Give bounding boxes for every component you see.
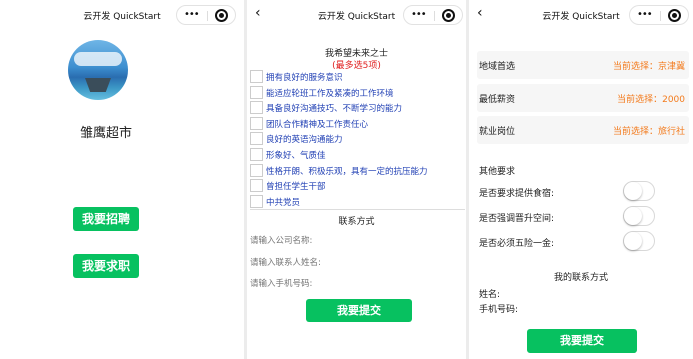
avatar-boat — [85, 78, 111, 92]
nav-bar: 云开发 QuickStart ••• — [0, 0, 244, 30]
capsule-divider — [434, 11, 435, 21]
capsule-divider — [207, 11, 208, 21]
more-icon[interactable]: ••• — [637, 9, 653, 21]
checkbox-row[interactable]: 形象好、气质佳 — [250, 147, 465, 163]
other-requirements-title: 其他要求 — [479, 167, 516, 177]
position-picker[interactable]: 就业岗位 当前选择：旅行社 — [477, 116, 689, 144]
job-seek-form-screen: ‹ 云开发 QuickStart ••• 地域首选 当前选择：京津冀 最低薪资 … — [469, 0, 693, 359]
salary-label: 最低薪资 — [479, 95, 516, 105]
more-icon[interactable]: ••• — [411, 9, 427, 21]
phone-field[interactable]: 手机号码: — [479, 302, 518, 315]
contact-title: 联系方式 — [338, 217, 375, 227]
region-picker[interactable]: 地域首选 当前选择：京津冀 — [477, 51, 689, 79]
checkbox-row[interactable]: 具备良好沟通技巧、不断学习的能力 — [250, 100, 465, 116]
region-value: 当前选择：京津冀 — [612, 62, 685, 72]
lodging-switch[interactable] — [623, 181, 655, 201]
checkbox[interactable] — [250, 147, 263, 161]
checkbox-label: 能适应轮班工作及紧凑的工作环境 — [266, 88, 394, 99]
capsule-menu[interactable]: ••• — [176, 5, 236, 25]
checkbox-label: 拥有良好的服务意识 — [266, 73, 343, 83]
checkbox-label: 曾担任学生干部 — [266, 182, 326, 193]
checkbox-label: 具备良好沟通技巧、不断学习的能力 — [266, 104, 403, 115]
shop-name: 雏鹰超市 — [79, 126, 132, 141]
checkbox-row[interactable]: 团队合作精神及工作责任心 — [250, 116, 465, 132]
checkbox-label: 良好的英语沟通能力 — [266, 135, 343, 146]
checkbox-label: 中共党员 — [266, 197, 301, 208]
contact-name-input[interactable] — [250, 257, 400, 269]
checkbox[interactable] — [250, 179, 263, 193]
close-icon[interactable] — [668, 9, 681, 22]
requirements-checkbox-list: 拥有良好的服务意识 能适应轮班工作及紧凑的工作环境 具备良好沟通技巧、不断学习的… — [250, 69, 465, 211]
nav-bar: ‹ 云开发 QuickStart ••• — [247, 0, 466, 30]
checkbox[interactable] — [250, 132, 263, 146]
region-label: 地域首选 — [479, 62, 516, 72]
promotion-switch[interactable] — [623, 206, 655, 226]
checkbox[interactable] — [250, 101, 263, 115]
avatar-cloud — [74, 52, 122, 66]
checkbox[interactable] — [250, 163, 263, 177]
switch-label-insurance: 是否必须五险一金: — [479, 239, 555, 249]
checkbox[interactable] — [250, 70, 263, 83]
more-icon[interactable]: ••• — [184, 9, 200, 21]
checkbox-row[interactable]: 中共党员 — [250, 194, 465, 210]
shop-avatar — [68, 40, 128, 100]
switch-label-lodging: 是否要求提供食宿: — [479, 189, 555, 199]
checkbox-label: 形象好、气质佳 — [266, 150, 326, 161]
job-seek-button[interactable]: 我要求职 — [73, 254, 139, 278]
checkbox-row[interactable]: 拥有良好的服务意识 — [250, 69, 465, 85]
checkbox-label: 团队合作精神及工作责任心 — [266, 119, 369, 130]
checkbox-row[interactable]: 良好的英语沟通能力 — [250, 131, 465, 147]
checkbox-label: 性格开朗、积极乐观，具有一定的抗压能力 — [266, 166, 428, 177]
position-value: 当前选择：旅行社 — [612, 127, 685, 137]
phone-input[interactable] — [250, 278, 400, 290]
recruit-button[interactable]: 我要招聘 — [73, 207, 139, 231]
capsule-menu[interactable]: ••• — [629, 5, 689, 25]
salary-picker[interactable]: 最低薪资 当前选择：2000 — [477, 84, 689, 112]
capsule-menu[interactable]: ••• — [403, 5, 463, 25]
checkbox-row[interactable]: 曾担任学生干部 — [250, 178, 465, 194]
submit-button[interactable]: 我要提交 — [306, 299, 412, 322]
nav-bar: ‹ 云开发 QuickStart ••• — [469, 0, 693, 30]
checkbox-row[interactable]: 性格开朗、积极乐观，具有一定的抗压能力 — [250, 163, 465, 179]
switch-label-promotion: 是否强调晋升空间: — [479, 214, 555, 224]
company-name-input[interactable] — [250, 235, 400, 247]
capsule-divider — [660, 11, 661, 21]
insurance-switch[interactable] — [623, 231, 655, 251]
salary-value: 当前选择：2000 — [617, 95, 685, 105]
recruit-form-screen: ‹ 云开发 QuickStart ••• 我希望未来之士 (最多选5项) 拥有良… — [247, 0, 466, 359]
home-screen: 云开发 QuickStart ••• 雏鹰超市 我要招聘 我要求职 — [0, 0, 244, 359]
checkbox[interactable] — [250, 85, 263, 99]
my-contact-title: 我的联系方式 — [553, 273, 608, 283]
position-label: 就业岗位 — [479, 127, 516, 137]
checkbox[interactable] — [250, 194, 263, 208]
name-field[interactable]: 姓名: — [479, 287, 500, 300]
checkbox-row[interactable]: 能适应轮班工作及紧凑的工作环境 — [250, 85, 465, 101]
close-icon[interactable] — [215, 9, 228, 22]
submit-button[interactable]: 我要提交 — [527, 329, 637, 353]
close-icon[interactable] — [442, 9, 455, 22]
checkbox[interactable] — [250, 116, 263, 130]
